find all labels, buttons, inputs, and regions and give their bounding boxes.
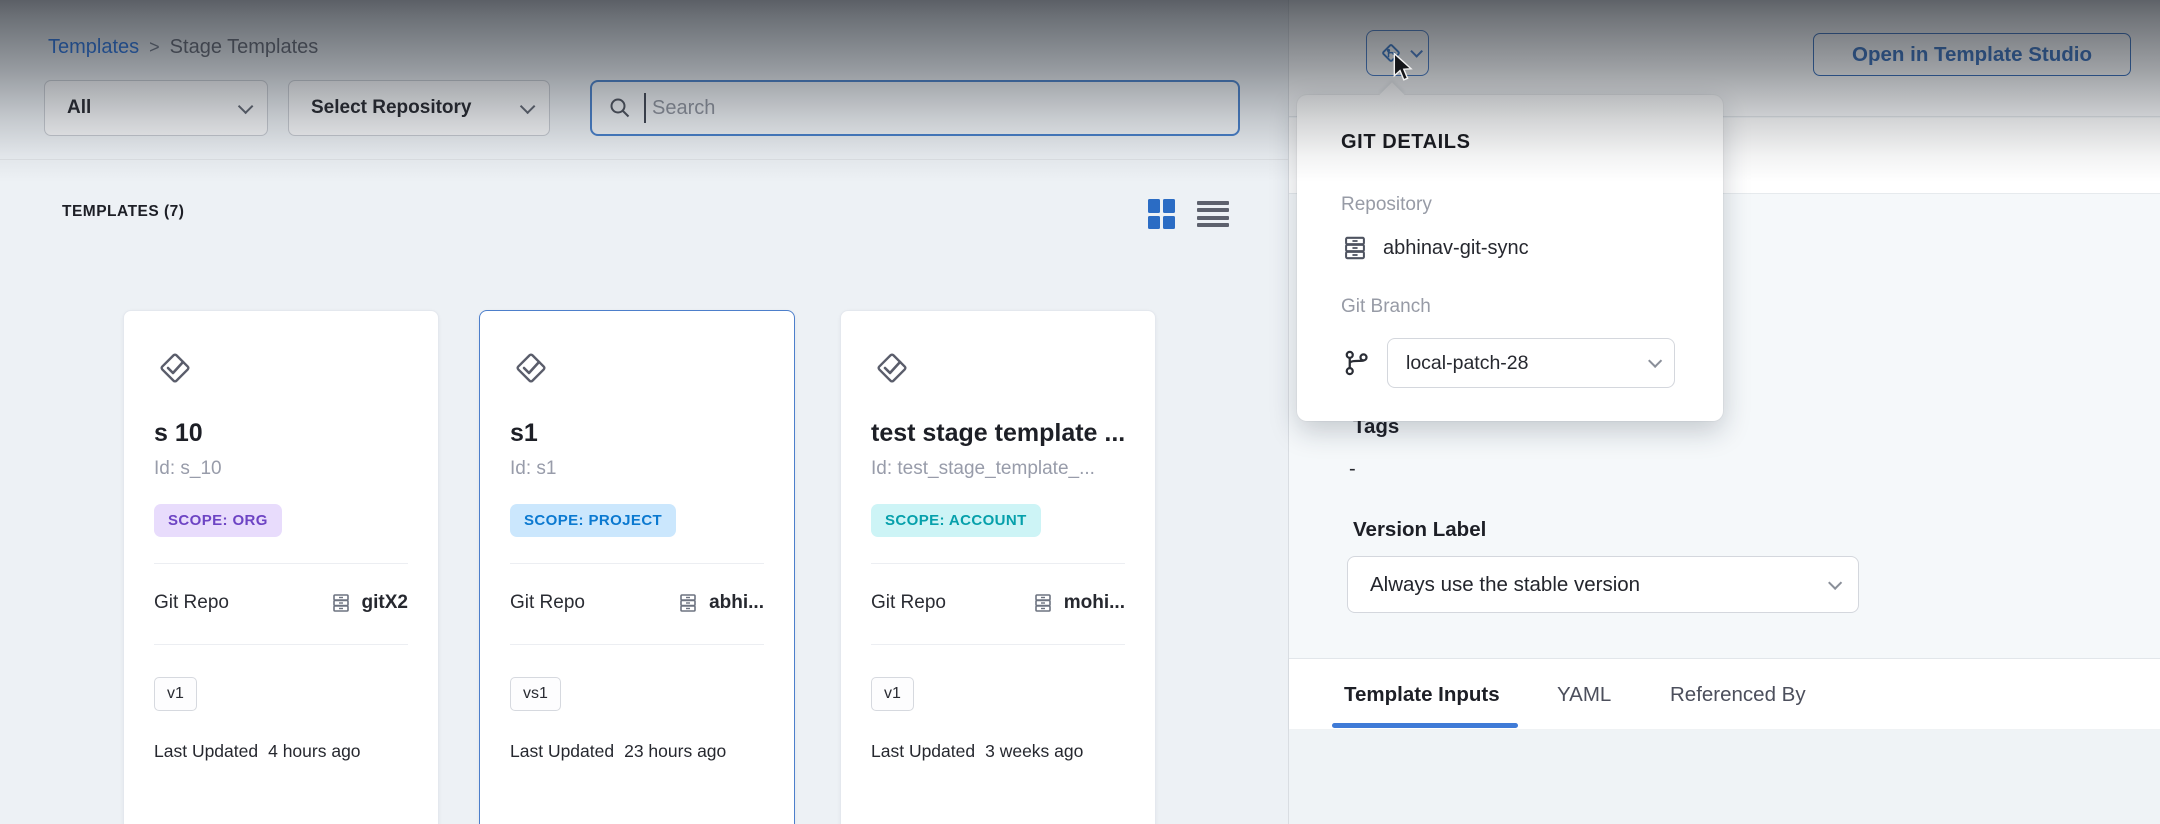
repository-filter-dropdown[interactable]: Select Repository <box>288 80 550 136</box>
grid-view-icon[interactable] <box>1148 199 1175 229</box>
breadcrumb-templates-link[interactable]: Templates <box>48 36 139 59</box>
repository-filter-value: Select Repository <box>311 97 472 119</box>
chevron-down-icon <box>520 98 536 114</box>
templates-count-label: TEMPLATES (7) <box>62 203 184 221</box>
template-title: s 10 <box>154 419 408 448</box>
tab-referenced-by[interactable]: Referenced By <box>1670 683 1806 707</box>
repository-icon <box>330 592 352 614</box>
templates-list-panel: Templates > Stage Templates All Select R… <box>0 0 1288 824</box>
type-filter-dropdown[interactable]: All <box>44 80 268 136</box>
breadcrumb-current: Stage Templates <box>170 36 319 59</box>
text-caret <box>644 93 646 123</box>
scope-badge: SCOPE: ORG <box>154 504 282 537</box>
breadcrumb-separator: > <box>149 37 160 58</box>
last-updated-value: 3 weeks ago <box>985 741 1083 762</box>
repository-icon <box>1032 592 1054 614</box>
search-placeholder: Search <box>652 97 715 120</box>
mouse-cursor <box>1390 52 1416 82</box>
chevron-down-icon <box>238 98 254 114</box>
template-id: Id: test_stage_template_... <box>871 458 1125 480</box>
template-title: test stage template ... <box>871 419 1125 448</box>
version-label-heading: Version Label <box>1353 518 1486 542</box>
template-id: Id: s1 <box>510 458 764 480</box>
git-branch-label: Git Branch <box>1341 296 1683 318</box>
stage-template-icon <box>154 347 196 389</box>
divider <box>510 644 764 645</box>
git-branch-icon <box>1341 348 1371 378</box>
template-details-panel: Open in Template Studio GIT DETAILS Repo… <box>1288 0 2160 824</box>
version-label-value: Always use the stable version <box>1370 573 1640 597</box>
open-in-template-studio-button[interactable]: Open in Template Studio <box>1813 33 2131 76</box>
view-toggle-group <box>1148 199 1229 229</box>
stage-template-icon <box>510 347 552 389</box>
git-repo-label: Git Repo <box>871 592 946 614</box>
type-filter-value: All <box>67 97 91 119</box>
repository-icon <box>677 592 699 614</box>
search-input[interactable]: Search <box>590 80 1240 136</box>
tab-content-area <box>1289 730 2160 824</box>
breadcrumb: Templates > Stage Templates <box>48 36 318 59</box>
git-repo-label: Git Repo <box>510 592 585 614</box>
divider <box>871 644 1125 645</box>
tags-value: - <box>1349 458 1356 481</box>
divider <box>871 563 1125 564</box>
tab-template-inputs[interactable]: Template Inputs <box>1344 683 1500 707</box>
git-repo-value: gitX2 <box>362 592 408 614</box>
divider <box>154 644 408 645</box>
git-details-title: GIT DETAILS <box>1341 131 1683 154</box>
divider <box>510 563 764 564</box>
repository-icon <box>1341 234 1369 262</box>
last-updated-label: Last Updated <box>510 741 614 762</box>
git-branch-select[interactable]: local-patch-28 <box>1387 338 1675 388</box>
chevron-down-icon <box>1648 354 1662 368</box>
scope-badge: SCOPE: PROJECT <box>510 504 676 537</box>
search-icon <box>608 96 632 120</box>
version-chip: v1 <box>871 677 914 711</box>
toolbar-divider <box>0 159 1288 160</box>
chevron-down-icon <box>1828 575 1842 589</box>
git-branch-value: local-patch-28 <box>1406 352 1528 375</box>
divider <box>154 563 408 564</box>
git-repo-value: abhi... <box>709 592 764 614</box>
last-updated-value: 23 hours ago <box>624 741 726 762</box>
scope-badge: SCOPE: ACCOUNT <box>871 504 1041 537</box>
template-card-s10[interactable]: s 10 Id: s_10 SCOPE: ORG Git Repo gitX2 … <box>123 310 439 824</box>
last-updated-label: Last Updated <box>154 741 258 762</box>
template-id: Id: s_10 <box>154 458 408 480</box>
active-tab-underline <box>1332 723 1518 728</box>
version-chip: v1 <box>154 677 197 711</box>
version-chip: vs1 <box>510 677 561 711</box>
list-view-icon[interactable] <box>1197 200 1229 228</box>
repository-label: Repository <box>1341 194 1683 216</box>
stage-template-icon <box>871 347 913 389</box>
details-tabbar: Template Inputs YAML Referenced By <box>1289 658 2160 729</box>
version-label-select[interactable]: Always use the stable version <box>1347 556 1859 613</box>
repository-value: abhinav-git-sync <box>1383 237 1529 260</box>
template-title: s1 <box>510 419 764 448</box>
filter-toolbar: All Select Repository Search <box>0 80 1288 138</box>
git-repo-label: Git Repo <box>154 592 229 614</box>
last-updated-value: 4 hours ago <box>268 741 360 762</box>
template-card-test-stage[interactable]: test stage template ... Id: test_stage_t… <box>840 310 1156 824</box>
git-repo-value: mohi... <box>1064 592 1125 614</box>
template-card-s1[interactable]: s1 Id: s1 SCOPE: PROJECT Git Repo abhi..… <box>479 310 795 824</box>
tab-yaml[interactable]: YAML <box>1557 683 1611 707</box>
git-details-popover: GIT DETAILS Repository abhinav-git-sync … <box>1297 95 1723 421</box>
last-updated-label: Last Updated <box>871 741 975 762</box>
